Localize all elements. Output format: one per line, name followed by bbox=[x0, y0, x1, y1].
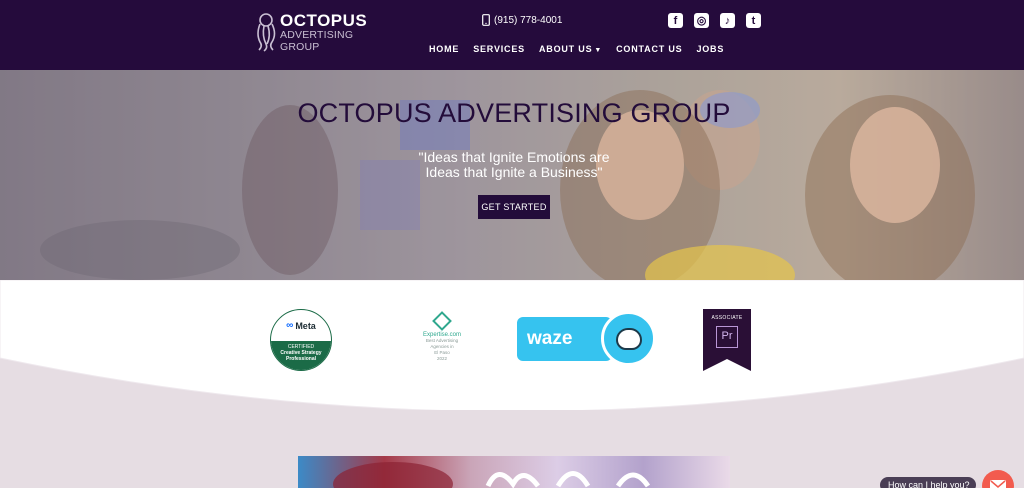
nav-about-us[interactable]: ABOUT US ▼ bbox=[539, 44, 602, 54]
twitter-icon[interactable]: t bbox=[746, 13, 761, 28]
chevron-down-icon: ▼ bbox=[594, 47, 603, 54]
logo-main-text: OCTOPUS bbox=[280, 11, 368, 30]
main-nav: HOME SERVICES ABOUT US ▼ CONTACT US JOBS bbox=[429, 44, 724, 54]
hero-title: OCTOPUS ADVERTISING GROUP bbox=[297, 98, 731, 128]
octopus-logo-icon bbox=[257, 13, 276, 52]
social-links: f ◎ ♪ t bbox=[668, 13, 761, 28]
tiktok-icon[interactable]: ♪ bbox=[720, 13, 735, 28]
chat-button[interactable] bbox=[982, 470, 1014, 488]
meta-certified-badge: ∞ Meta CERTIFIED Creative Strategy Profe… bbox=[270, 309, 332, 371]
nav-home[interactable]: HOME bbox=[429, 44, 459, 54]
meta-infinity-icon: ∞ bbox=[286, 320, 294, 331]
chat-prompt-bubble[interactable]: How can I help you? bbox=[880, 477, 976, 488]
chat-envelope-icon bbox=[990, 480, 1006, 488]
waze-seal bbox=[601, 311, 656, 366]
mobile-phone-icon bbox=[482, 14, 490, 26]
get-started-button[interactable]: GET STARTED bbox=[478, 195, 550, 219]
featured-artwork-image bbox=[298, 456, 730, 488]
nav-jobs[interactable]: JOBS bbox=[696, 44, 724, 54]
section-curve bbox=[0, 280, 1024, 410]
waze-face-icon bbox=[615, 327, 642, 350]
logo-text: OCTOPUS ADVERTISING GROUP bbox=[280, 12, 367, 52]
meta-brand: Meta bbox=[295, 320, 316, 331]
nav-services[interactable]: SERVICES bbox=[473, 44, 525, 54]
nav-contact-us[interactable]: CONTACT US bbox=[616, 44, 682, 54]
meta-line3: Professional bbox=[285, 356, 316, 362]
expertise-year: 2022 bbox=[436, 356, 447, 361]
premiere-pro-icon: Pr bbox=[716, 326, 738, 348]
nav-about-us-label: ABOUT US bbox=[538, 44, 593, 54]
hero-quote: "Ideas that Ignite Emotions are Ideas th… bbox=[0, 150, 1024, 180]
logo[interactable]: OCTOPUS ADVERTISING GROUP bbox=[254, 12, 367, 52]
expertise-badge: Expertise.com Best Advertising Agencies … bbox=[409, 311, 475, 368]
adobe-associate-label: ASSOCIATE bbox=[711, 315, 743, 321]
hero-quote-line2: Ideas that Ignite a Business" bbox=[425, 164, 603, 180]
instagram-icon[interactable]: ◎ bbox=[694, 13, 709, 28]
waze-certified-badge: waze bbox=[517, 311, 656, 366]
site-header: OCTOPUS ADVERTISING GROUP (915) 778-4001… bbox=[0, 0, 1024, 70]
certifications-section bbox=[0, 280, 1024, 410]
waze-wordmark: waze bbox=[517, 317, 612, 361]
logo-subtitle-line2: GROUP bbox=[280, 40, 320, 53]
facebook-icon[interactable]: f bbox=[668, 13, 683, 28]
expertise-logo-icon bbox=[432, 311, 452, 331]
phone-link[interactable]: (915) 778-4001 bbox=[482, 14, 562, 26]
hero-quote-line1: "Ideas that Ignite Emotions are bbox=[418, 149, 610, 165]
adobe-associate-badge: ASSOCIATE Pr bbox=[703, 309, 751, 371]
expertise-text: Best Advertising Agencies in El Paso 202… bbox=[409, 338, 475, 362]
phone-number: (915) 778-4001 bbox=[494, 14, 563, 26]
artwork-illustration bbox=[333, 462, 651, 488]
hero-section: OCTOPUS ADVERTISING GROUP "Ideas that Ig… bbox=[0, 70, 1024, 280]
logo-subtitle-line1: ADVERTISING bbox=[280, 29, 354, 41]
